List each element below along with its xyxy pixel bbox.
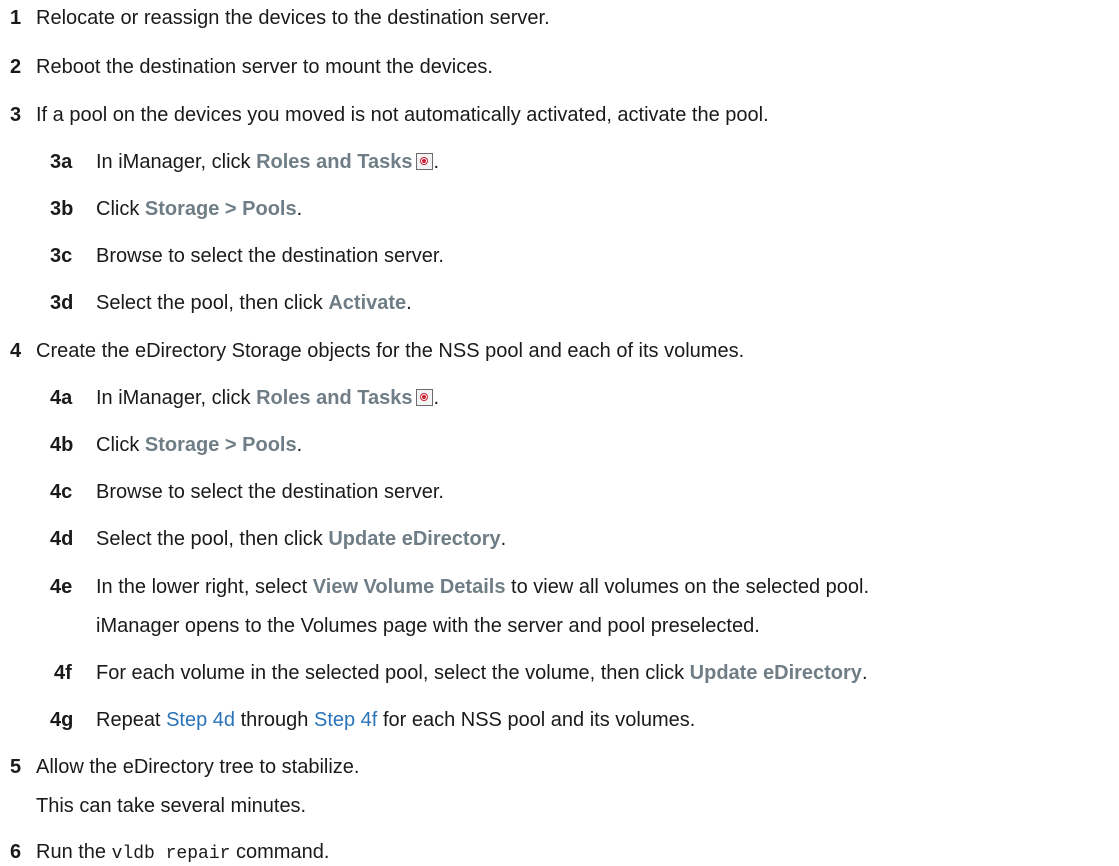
step-number: 4g: [50, 709, 74, 731]
step-note: This can take several minutes.: [36, 795, 307, 817]
step-text: Click: [96, 198, 140, 220]
code-vldb-repair: vldb repair: [111, 844, 231, 864]
step-number: 4c: [50, 481, 73, 503]
step-4: 4 Create the eDirectory Storage objects f…: [0, 339, 744, 363]
step-3d: 3d Select the pool, then click Activate.: [50, 292, 412, 314]
link-step-4f[interactable]: Step 4f: [314, 709, 377, 731]
step-text: Browse to select the destination server.: [96, 245, 444, 267]
step-number: 2: [10, 56, 22, 78]
step-4e: 4e In the lower right, select View Volume…: [50, 576, 869, 598]
step-note: iManager opens to the Volumes page with …: [96, 615, 760, 637]
step-text: Browse to select the destination server.: [96, 481, 444, 503]
step-number: 4: [10, 340, 22, 362]
step-3b: 3b Click Storage > Pools.: [50, 198, 303, 220]
step-3c: 3c Browse to select the destination serve…: [0, 244, 444, 268]
step-text: Relocate or reassign the devices to the …: [36, 7, 550, 29]
step-4b: 4b Click Storage > Pools.: [50, 434, 303, 456]
step-5-note: This can take several minutes.: [0, 794, 306, 818]
step-number: 3a: [50, 151, 73, 173]
step-text: In iManager, click: [96, 151, 251, 173]
step-number: 3c: [50, 245, 73, 267]
ui-label-storage-pools: Storage > Pools: [144, 434, 297, 456]
step-number: 6: [10, 841, 22, 863]
step-text: If a pool on the devices you moved is no…: [36, 104, 769, 126]
ui-label-view-volume-details: View Volume Details: [312, 576, 506, 598]
step-number: 4a: [50, 387, 73, 409]
step-text: Click: [96, 434, 140, 456]
step-4g: 4g Repeat Step 4d through Step 4f for eac…: [50, 709, 696, 731]
roles-and-tasks-icon: [416, 389, 434, 406]
step-text: Reboot the destination server to mount t…: [36, 56, 493, 78]
step-number: 4b: [50, 434, 74, 456]
step-number: 3b: [50, 198, 74, 220]
step-number: 5: [10, 756, 22, 778]
ui-label-roles-and-tasks: Roles and Tasks: [256, 387, 413, 409]
step-number: 1: [10, 7, 22, 29]
step-4f: 4f For each volume in the selected pool, …: [54, 662, 868, 684]
ui-label-update-edirectory: Update eDirectory: [328, 528, 501, 550]
step-5: 5 Allow the eDirectory tree to stabilize.: [0, 755, 359, 779]
step-4d: 4d Select the pool, then click Update eDi…: [50, 528, 507, 550]
step-4e-note: iManager opens to the Volumes page with …: [0, 614, 760, 638]
step-number: 3: [10, 104, 22, 126]
ui-label-storage-pools: Storage > Pools: [144, 198, 297, 220]
ui-label-roles-and-tasks: Roles and Tasks: [256, 151, 413, 173]
step-number: 4f: [54, 662, 72, 684]
step-4c: 4c Browse to select the destination serve…: [0, 480, 444, 504]
step-3: 3 If a pool on the devices you moved is n…: [0, 103, 769, 127]
step-3a: 3a In iManager, click Roles and Tasks.: [50, 151, 439, 173]
step-6: 6 Run the vldb repair command.: [10, 841, 330, 864]
roles-and-tasks-icon: [416, 153, 434, 170]
ui-label-update-edirectory: Update eDirectory: [689, 662, 862, 684]
step-text: In iManager, click: [96, 387, 251, 409]
step-1: 1 Relocate or reassign the devices to the…: [0, 6, 550, 30]
step-4a: 4a In iManager, click Roles and Tasks.: [50, 387, 439, 409]
link-step-4d[interactable]: Step 4d: [166, 709, 235, 731]
step-text: Create the eDirectory Storage objects fo…: [36, 340, 745, 362]
step-text: Select the pool, then click: [96, 528, 323, 550]
step-number: 4e: [50, 576, 73, 598]
step-number: 3d: [50, 292, 74, 314]
step-2: 2 Reboot the destination server to mount …: [0, 55, 493, 79]
step-number: 4d: [50, 528, 74, 550]
step-text: Allow the eDirectory tree to stabilize.: [36, 756, 360, 778]
step-text: In the lower right, select: [96, 576, 308, 598]
step-text: For each volume in the selected pool, se…: [96, 662, 685, 684]
ui-label-activate: Activate: [328, 292, 407, 314]
step-text: Select the pool, then click: [96, 292, 323, 314]
